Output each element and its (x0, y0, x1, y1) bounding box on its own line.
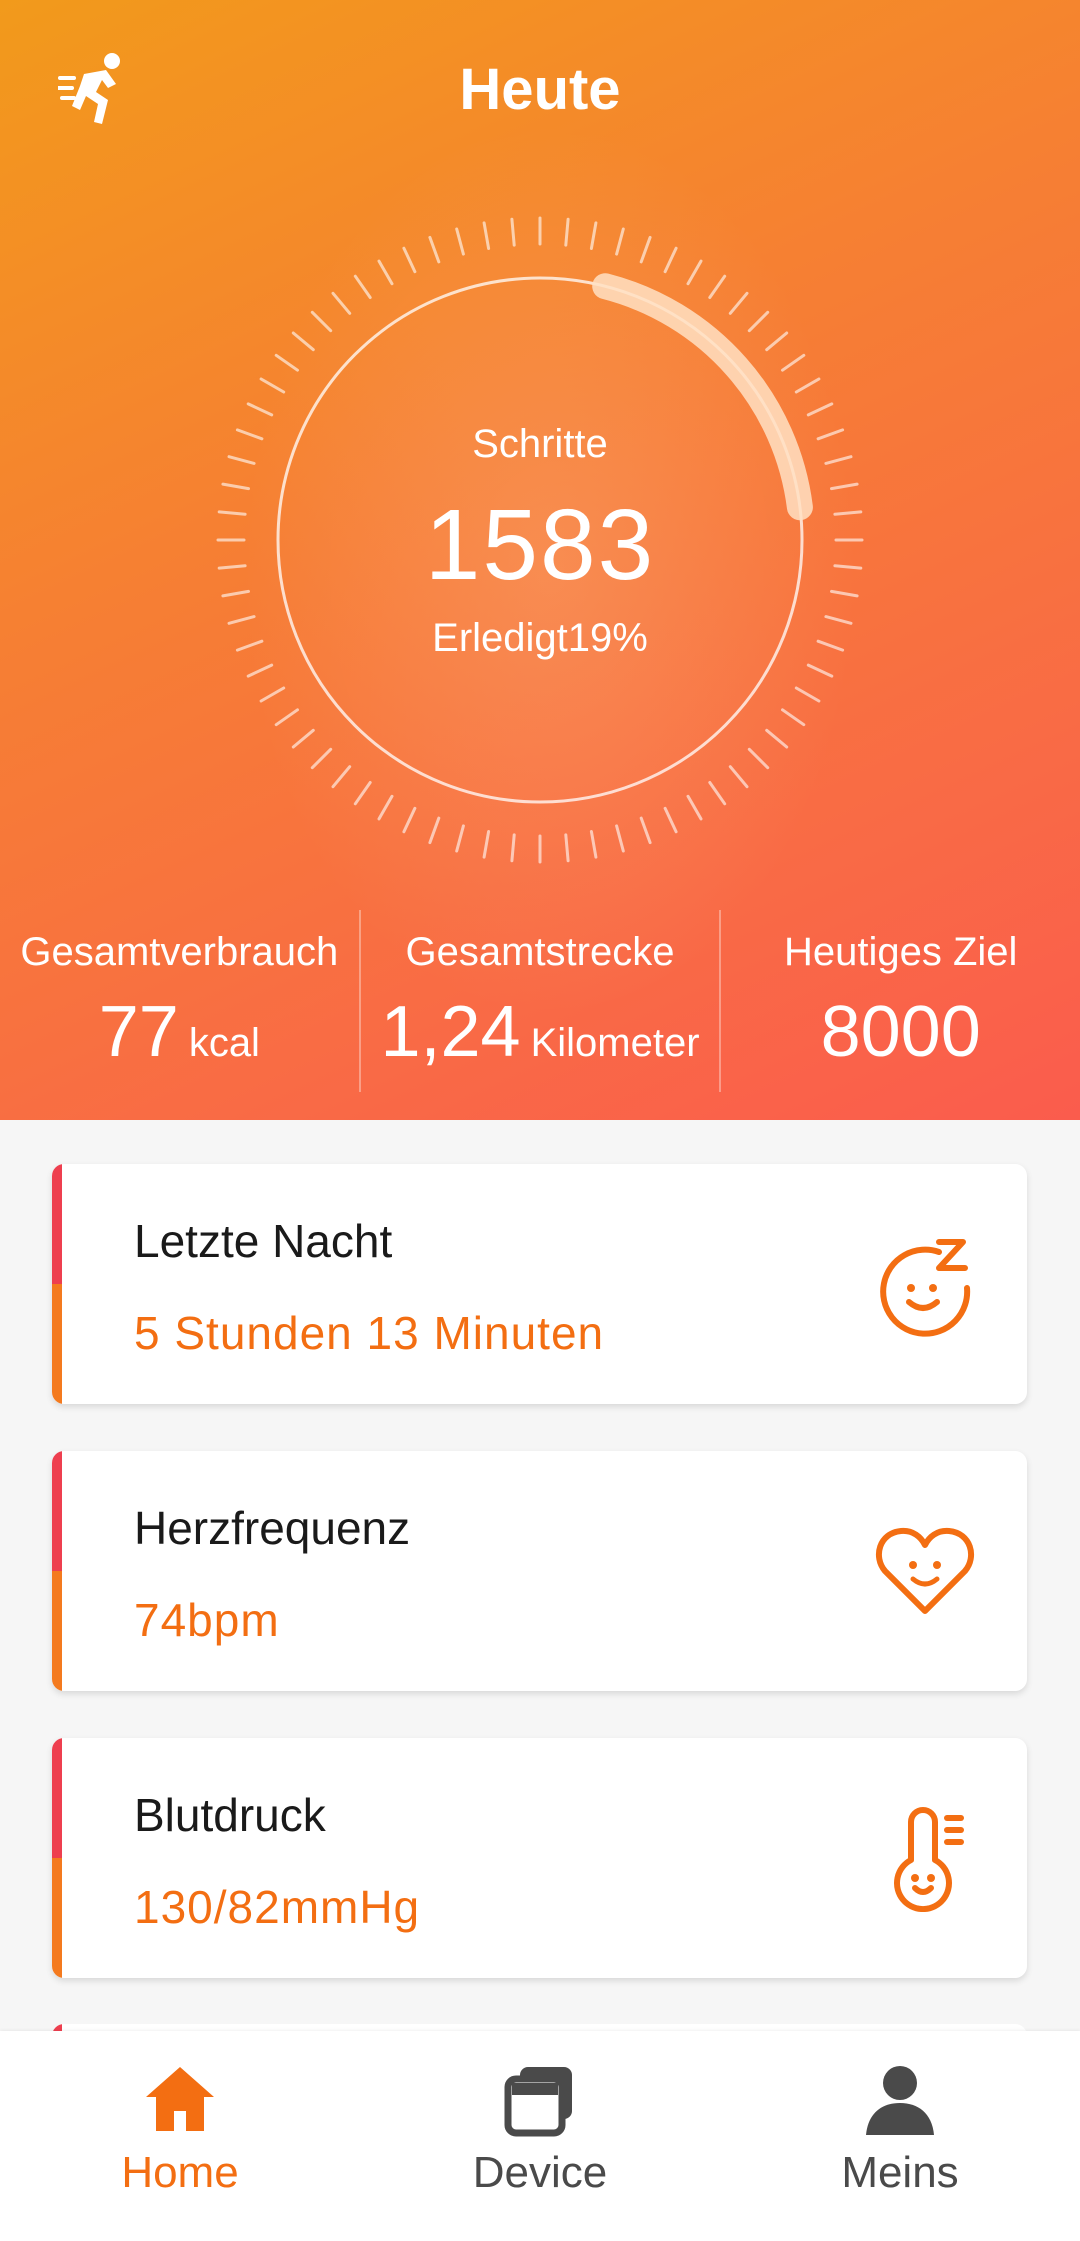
stat-unit: Kilometer (530, 1021, 700, 1065)
dial-tick (259, 686, 286, 703)
heart-face-icon (875, 1527, 975, 1614)
card-title: Herzfrequenz (134, 1502, 411, 1554)
dial-tick (794, 377, 821, 394)
dial-tick (246, 663, 274, 678)
steps-completed-percent: Erledigt19% (432, 616, 648, 660)
sleep-face-icon (880, 1239, 971, 1337)
dial-tick (794, 686, 821, 703)
dial-tick (747, 747, 770, 770)
dial-tick (455, 227, 465, 256)
dial-tick (708, 274, 727, 299)
daily-stats: Gesamtverbrauch 77 kcal Gesamtstrecke 1,2… (0, 910, 1080, 1092)
dial-tick (589, 830, 598, 859)
card-accent-bar (52, 1164, 62, 1404)
card-value: 5 Stunden 13 Minuten (134, 1307, 605, 1359)
stat-value: 1,24 (380, 992, 521, 1072)
dial-tick (377, 794, 394, 821)
dial-tick (274, 708, 299, 727)
dial-tick (806, 663, 834, 678)
dial-tick (310, 310, 333, 333)
tab-label: Meins (841, 2148, 959, 2197)
dial-tick (564, 833, 570, 863)
card-blood-pressure[interactable]: Blutdruck 130/82mmHg (52, 1738, 1027, 1978)
dial-tick (781, 353, 806, 372)
dial-tick (455, 824, 465, 853)
card-sleep[interactable]: Letzte Nacht 5 Stunden 13 Minuten (52, 1164, 1027, 1404)
dial-tick (686, 794, 703, 821)
dial-tick (781, 708, 806, 727)
dial-tick (728, 765, 749, 789)
dial-tick (482, 221, 491, 250)
dial-tick (510, 217, 516, 247)
dial-tick (708, 781, 727, 806)
dial-tick (428, 235, 441, 264)
bottom-tab-bar: Home Device Meins (0, 2031, 1080, 2241)
card-value: 74bpm (134, 1594, 280, 1646)
steps-count: 1583 (424, 489, 656, 601)
stat-unit: kcal (188, 1021, 260, 1065)
dial-tick (639, 816, 652, 845)
card-title: Letzte Nacht (134, 1215, 393, 1267)
steps-label: Schritte (472, 422, 608, 466)
dial-tick (482, 830, 491, 859)
card-value: 130/82mmHg (134, 1881, 421, 1933)
dial-tick (353, 781, 372, 806)
stat-label: Gesamtstrecke (405, 930, 675, 974)
stat-value: 77 (98, 992, 179, 1072)
tab-device[interactable]: Device (360, 2031, 720, 2241)
device-icon (504, 2067, 572, 2137)
dial-tick (377, 259, 394, 286)
dial-tick (728, 291, 749, 315)
dial-tick (259, 377, 286, 394)
steps-progress-arc (592, 273, 813, 521)
stat-total-distance: Gesamtstrecke 1,24 Kilometer (358, 910, 720, 1092)
card-accent-bar (52, 1451, 62, 1691)
dial-tick (639, 235, 652, 264)
dial-tick (274, 353, 299, 372)
dial-tick (765, 331, 789, 352)
dial-tick (663, 806, 678, 834)
card-title: Blutdruck (134, 1789, 326, 1841)
steps-hero: Heute Schritte 1583 Erledigt19% Gesamtve… (0, 0, 1080, 1120)
dial-tick (564, 217, 570, 247)
stat-label: Heutiges Ziel (783, 930, 1018, 974)
stat-label: Gesamtverbrauch (20, 930, 339, 974)
dial-tick (428, 816, 441, 845)
dial-tick (615, 824, 625, 853)
dial-tick (615, 227, 625, 256)
home-icon (146, 2067, 214, 2131)
stat-daily-goal[interactable]: Heutiges Ziel 8000 (719, 910, 1080, 1092)
card-heart-rate[interactable]: Herzfrequenz 74bpm (52, 1451, 1027, 1691)
dial-tick (291, 728, 315, 749)
tab-label: Home (121, 2148, 239, 2197)
dial-tick (686, 259, 703, 286)
dial-tick (331, 291, 352, 315)
stat-total-calories: Gesamtverbrauch 77 kcal (0, 910, 359, 1092)
thermometer-face-icon (894, 1807, 964, 1912)
dial-tick (402, 246, 417, 274)
tab-home[interactable]: Home (0, 2031, 360, 2241)
card-accent-bar (52, 1738, 62, 1978)
dial-tick (310, 747, 333, 770)
dial-tick (246, 402, 274, 417)
dial-tick (663, 246, 678, 274)
person-icon (866, 2066, 934, 2135)
dial-tick (806, 402, 834, 417)
stat-value: 8000 (820, 992, 981, 1072)
tab-label: Device (472, 2148, 608, 2197)
dial-tick (510, 833, 516, 863)
dial-tick (589, 221, 598, 250)
dial-tick (353, 274, 372, 299)
dial-tick (331, 765, 352, 789)
dial-tick (402, 806, 417, 834)
dial-tick (765, 728, 789, 749)
dial-tick (291, 331, 315, 352)
tab-meins[interactable]: Meins (720, 2031, 1080, 2241)
dial-tick (747, 310, 770, 333)
